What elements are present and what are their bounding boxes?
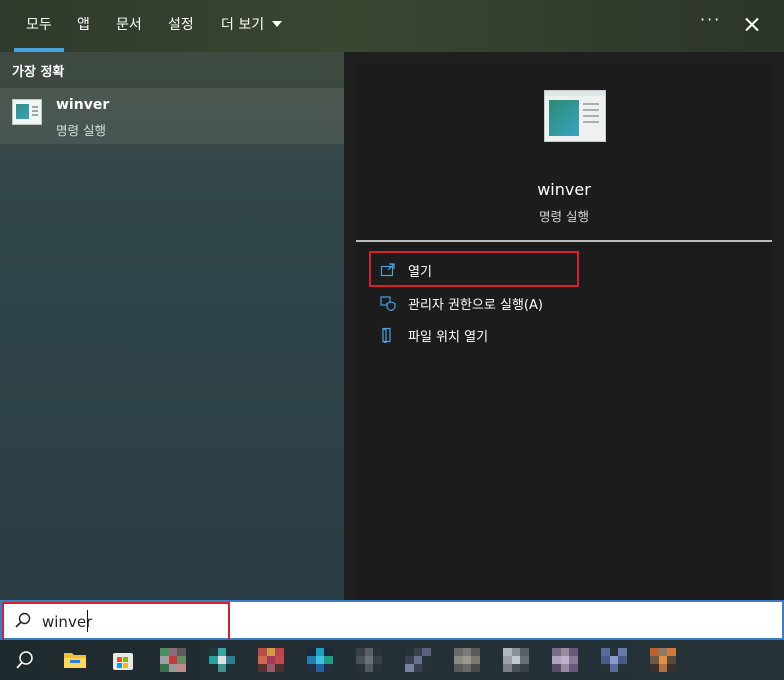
more-options-button[interactable]: ···: [700, 10, 721, 29]
winver-large-icon: [544, 90, 606, 142]
winver-app-icon: [12, 99, 42, 125]
open-icon: [380, 263, 395, 277]
best-match-result[interactable]: winver 명령 실행: [0, 88, 344, 144]
divider: [356, 240, 772, 242]
search-input[interactable]: [40, 609, 344, 635]
detail-title: winver: [537, 180, 591, 199]
tab-more[interactable]: 더 보기: [221, 14, 283, 34]
best-match-heading: 가장 정확: [12, 65, 65, 80]
taskbar: [0, 640, 784, 680]
file-explorer-icon[interactable]: [62, 648, 88, 672]
text-cursor: [87, 610, 88, 632]
result-subtitle: 명령 실행: [56, 123, 106, 138]
app-icon[interactable]: [552, 648, 578, 672]
chevron-down-icon: [272, 21, 283, 27]
detail-subtitle: 명령 실행: [539, 209, 589, 224]
app-icon[interactable]: [307, 648, 333, 672]
run-as-admin-label: 관리자 권한으로 실행(A): [408, 297, 543, 313]
app-icon[interactable]: [601, 648, 627, 672]
tab-documents[interactable]: 문서: [116, 14, 142, 34]
result-title: winver: [56, 97, 110, 113]
open-file-location-action[interactable]: 파일 위치 열기: [380, 324, 488, 346]
app-icon[interactable]: [356, 648, 382, 672]
run-as-admin-action[interactable]: 관리자 권한으로 실행(A): [380, 292, 543, 314]
app-icon[interactable]: [160, 648, 186, 672]
shield-icon: [380, 296, 396, 311]
search-icon[interactable]: [8, 648, 40, 672]
app-icon[interactable]: [503, 648, 529, 672]
tab-settings[interactable]: 설정: [168, 14, 194, 34]
close-icon[interactable]: [740, 10, 764, 38]
search-icon: [15, 612, 31, 628]
tab-apps[interactable]: 앱: [77, 14, 90, 34]
tab-all[interactable]: 모두: [14, 14, 64, 52]
top-tab-bar: 모두 앱 문서 설정 더 보기 ···: [0, 0, 784, 52]
open-action[interactable]: 열기: [380, 259, 432, 281]
store-icon[interactable]: [110, 648, 136, 672]
search-bar[interactable]: [0, 600, 784, 642]
open-file-location-label: 파일 위치 열기: [408, 329, 489, 345]
tab-more-label: 더 보기: [221, 17, 265, 33]
app-icon[interactable]: [650, 648, 676, 672]
app-icon[interactable]: [258, 648, 284, 672]
results-pane: 가장 정확 winver 명령 실행: [0, 52, 344, 600]
app-icon[interactable]: [405, 648, 431, 672]
open-action-label: 열기: [408, 264, 432, 280]
detail-pane: winver 명령 실행 열기 관리자 권한으로 실행(A) 파일 위치 열기: [344, 52, 784, 600]
app-icon[interactable]: [454, 648, 480, 672]
app-icon[interactable]: [209, 648, 235, 672]
folder-icon: [382, 327, 391, 343]
